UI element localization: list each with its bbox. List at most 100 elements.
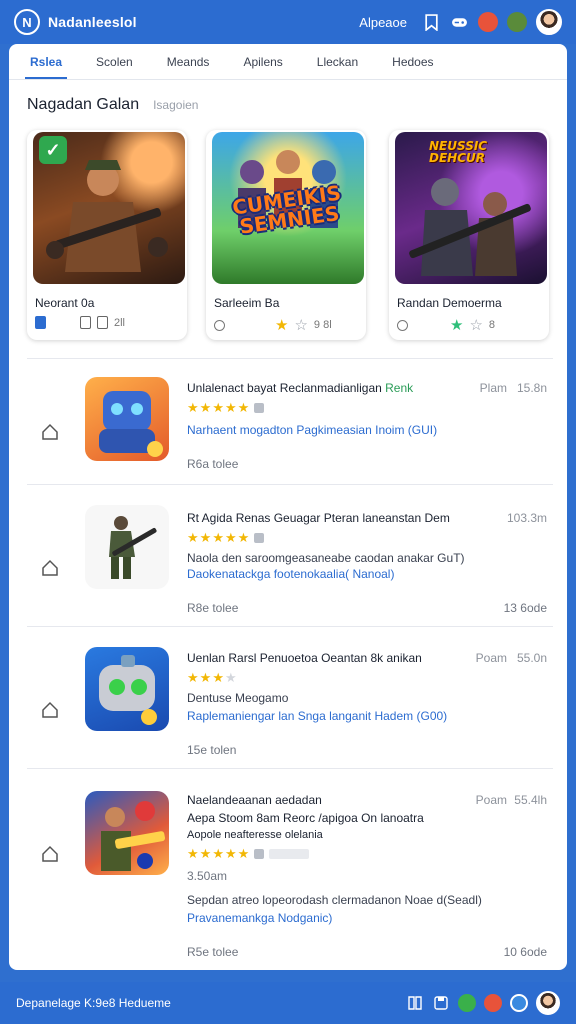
star-icon: ★ <box>212 400 224 415</box>
star-rating: ★ ★ ★ ★ <box>187 671 237 684</box>
featured-card-title: Randan Demoerma <box>397 296 502 310</box>
section-header: Nagadan Galan Isagoien <box>27 96 198 114</box>
item-time: 55.4lh <box>514 793 547 807</box>
home-icon[interactable] <box>41 701 61 721</box>
item-title: Rt Agida Renas Geuagar Pteran laneanstan… <box>187 511 450 525</box>
notification-badge-icon[interactable] <box>478 12 498 32</box>
bottom-status-text: Depanelage K:9e8 Hedueme <box>16 996 171 1010</box>
item-description: Pravanemankga Nodganic) <box>187 911 333 925</box>
user-avatar[interactable] <box>536 991 560 1015</box>
save-icon[interactable] <box>432 994 450 1012</box>
item-rank: Poam <box>475 651 507 665</box>
app-logo-icon[interactable]: N <box>14 9 40 35</box>
star-icon: ★ <box>199 530 212 545</box>
featured-games: ✓ Neorant 0a 2ll CUMEIKIS SEMNIES Sarlee… <box>27 130 549 340</box>
star-filled-icon[interactable]: ★ <box>275 316 288 334</box>
main-panel: Rslea Scolen Meands Apilens Lleckan Hedo… <box>9 44 567 970</box>
section-title: Nagadan Galan <box>27 96 140 113</box>
home-icon[interactable] <box>41 423 61 443</box>
star-icon: ★ <box>199 846 212 861</box>
featured-card[interactable]: ✓ Neorant 0a 2ll <box>27 130 187 340</box>
circle-icon[interactable] <box>397 319 408 331</box>
tab-bar: Rslea Scolen Meands Apilens Lleckan Hedo… <box>9 44 567 80</box>
home-icon[interactable] <box>41 845 61 865</box>
star-icon: ★ <box>224 530 237 545</box>
gamepad-icon[interactable] <box>450 13 469 32</box>
game-list: Unlalenact bayat Reclanmadianligan Renk … <box>27 358 553 968</box>
star-filled-icon[interactable]: ★ <box>450 316 463 334</box>
game-artwork: ✓ <box>33 132 185 284</box>
item-description: Sepdan atreo lopeorodash clermadanon Noa… <box>187 893 482 907</box>
game-artwork: NEUSSIC DEHCUR <box>395 132 547 284</box>
item-title: Unlalenact bayat Reclanmadianligan Renk <box>187 381 414 395</box>
tab-rslea[interactable]: Rslea <box>19 44 73 79</box>
featured-card-meta: 2ll <box>35 316 125 329</box>
game-avatar-icon[interactable] <box>507 12 527 32</box>
circle-icon[interactable] <box>214 319 225 331</box>
item-footer[interactable]: R6a tolee <box>187 457 238 471</box>
item-description: Raplemaniengar lan Snga langanit Hadem (… <box>187 709 448 723</box>
game-logo-text: NEUSSIC DEHCUR <box>429 139 488 165</box>
game-icon[interactable] <box>458 994 476 1012</box>
copy-icon[interactable] <box>80 316 91 329</box>
game-thumbnail <box>85 647 169 731</box>
tab-scolen[interactable]: Scolen <box>85 44 144 79</box>
game-thumbnail <box>85 791 169 875</box>
star-icon: ★ <box>237 846 250 861</box>
app-title: Nadanleeslol <box>48 14 137 30</box>
game-icon[interactable] <box>484 994 502 1012</box>
rating-badge-icon <box>254 532 265 543</box>
list-item[interactable]: Uenlan Rarsl Penuoetoa Oeantan 8k anikan… <box>27 626 553 768</box>
item-footer[interactable]: R5e tolee <box>187 945 238 959</box>
bottom-actions <box>406 991 560 1015</box>
list-item[interactable]: Rt Agida Renas Geuagar Pteran laneanstan… <box>27 484 553 626</box>
star-icon: ★ <box>187 530 199 545</box>
star-outline-icon[interactable]: ☆ <box>294 316 307 334</box>
section-subtitle[interactable]: Isagoien <box>153 98 198 112</box>
star-rating: ★ ★ ★ ★ ★ <box>187 530 265 545</box>
item-title: Naelandeaanan aedadan <box>187 793 322 807</box>
item-footer[interactable]: R8e tolee <box>187 601 238 615</box>
star-rating: ★ ★ ★ ★ ★ <box>187 400 265 415</box>
rating-placeholder <box>269 848 310 859</box>
featured-card-count: 2ll <box>114 316 126 329</box>
tab-apilens[interactable]: Apilens <box>232 44 293 79</box>
tab-hedoes[interactable]: Hedoes <box>381 44 444 79</box>
top-link[interactable]: Alpeaoe <box>359 15 407 30</box>
featured-card-meta: ★ ☆ 9 8l <box>214 316 332 334</box>
featured-card-count: 8 <box>488 319 496 331</box>
item-time: 15.8n <box>516 381 547 395</box>
item-description: Dentuse Meogamo <box>187 691 289 705</box>
item-description: Narhaent mogadton Pagkimeasian Inoim (GU… <box>187 423 438 437</box>
top-app-bar: N Nadanleeslol Alpeaoe <box>0 0 576 44</box>
star-icon: ★ <box>237 400 250 415</box>
item-extra: 3.50am <box>187 869 228 883</box>
bookmark-icon[interactable] <box>35 316 46 329</box>
item-footer[interactable]: 15e tolen <box>187 743 236 757</box>
book-icon[interactable] <box>406 994 424 1012</box>
share-icon[interactable] <box>97 316 108 329</box>
item-rank: Poam <box>475 793 507 807</box>
game-artwork: CUMEIKIS SEMNIES <box>212 132 364 284</box>
game-icon[interactable] <box>510 994 528 1012</box>
featured-card-count: 9 8l <box>313 319 332 331</box>
bookmark-icon[interactable] <box>422 13 441 32</box>
list-item[interactable]: Unlalenact bayat Reclanmadianligan Renk … <box>27 358 553 484</box>
featured-card[interactable]: CUMEIKIS SEMNIES Sarleeim Ba ★ ☆ 9 8l <box>206 130 366 340</box>
star-icon: ★ <box>212 530 224 545</box>
featured-card-meta: ★ ☆ 8 <box>397 316 495 334</box>
star-icon: ★ <box>224 670 237 685</box>
item-time: 103.3m <box>506 511 547 525</box>
list-item[interactable]: Naelandeaanan aedadan Poam 55.4lh Aepa S… <box>27 768 553 968</box>
item-title: Uenlan Rarsl Penuoetoa Oeantan 8k anikan <box>187 651 422 665</box>
item-description: Naola den saroomgeasaneabe caodan anakar… <box>187 551 465 565</box>
bottom-bar: Depanelage K:9e8 Hedueme <box>0 982 576 1024</box>
user-avatar[interactable] <box>536 9 562 35</box>
home-icon[interactable] <box>41 559 61 579</box>
star-icon: ★ <box>187 670 199 685</box>
tab-lleckan[interactable]: Lleckan <box>306 44 369 79</box>
star-outline-icon[interactable]: ☆ <box>469 316 482 334</box>
item-time: 55.0n <box>516 651 547 665</box>
tab-meands[interactable]: Meands <box>156 44 221 79</box>
featured-card[interactable]: NEUSSIC DEHCUR Randan Demoerma ★ ☆ 8 <box>389 130 549 340</box>
